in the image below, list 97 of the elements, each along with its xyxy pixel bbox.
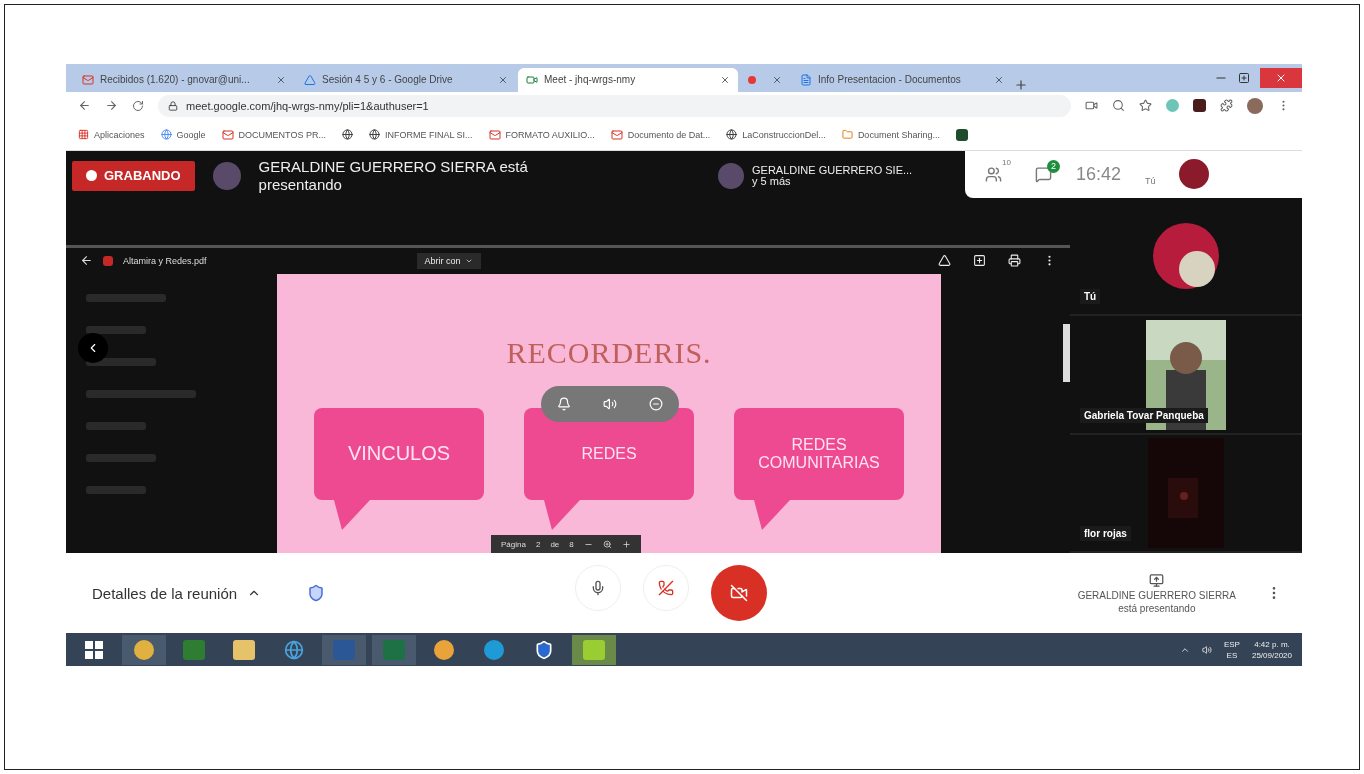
self-label: Tú (1144, 176, 1156, 187)
self-avatar[interactable] (1179, 159, 1210, 190)
scrollbar-thumb[interactable] (1063, 323, 1070, 382)
record-dot-icon (748, 75, 756, 84)
close-icon[interactable] (720, 74, 730, 85)
browser-tab[interactable]: Sesión 4 5 y 6 - Google Drive (296, 67, 516, 92)
add-icon[interactable] (973, 254, 986, 268)
others-count: y 5 más (752, 175, 791, 187)
camera-off-icon (730, 584, 749, 603)
close-icon[interactable] (498, 74, 508, 85)
document-icon (800, 73, 812, 86)
presenter-text: GERALDINE GUERRERO SIERRA está presentando (258, 157, 529, 194)
search-icon[interactable] (1112, 99, 1125, 113)
slide-title: RECORDERIS. (506, 335, 712, 370)
clock-time: 16:42 (1075, 163, 1121, 185)
presenter-avatar (718, 162, 744, 189)
new-tab-icon[interactable] (1014, 77, 1028, 92)
minus-icon[interactable] (649, 396, 663, 411)
presenter-name: GERALDINE GUERRERO SIERRA (1077, 589, 1236, 601)
volume-icon[interactable] (1201, 644, 1212, 655)
globe-icon (368, 129, 380, 141)
bookmark[interactable]: Google (160, 129, 206, 141)
square-icon (955, 128, 968, 141)
bookmark[interactable]: FORMATO AUXILIO... (488, 128, 595, 141)
close-icon[interactable] (772, 74, 782, 85)
presenter-name: GERALDINE GUERRERO SIE... (752, 164, 913, 176)
page-number: 2 (535, 539, 541, 549)
keyboard-code[interactable]: ES (1226, 649, 1238, 661)
mail-icon (221, 128, 234, 141)
dimmed-sidebar-item (86, 421, 146, 430)
bookmark[interactable]: Document Sharing... (841, 129, 940, 141)
clock-date[interactable]: 25/09/2020 (1251, 649, 1292, 661)
folder-icon (841, 129, 853, 141)
mail-icon (610, 128, 623, 141)
speaker-icon[interactable] (603, 396, 617, 411)
triangle-icon (304, 73, 316, 86)
mail-icon (82, 73, 94, 86)
globe-icon[interactable] (341, 129, 353, 141)
video-icon (526, 73, 538, 86)
participant-name: Tú (1080, 289, 1101, 305)
avatar-icon (1151, 221, 1221, 292)
star-icon[interactable] (1139, 99, 1152, 113)
zoom-icon[interactable] (602, 539, 612, 549)
reload-icon[interactable] (132, 99, 144, 112)
presenting-status: está presentando (1118, 602, 1196, 614)
browser-tab[interactable]: Meet - jhq-wrgs-nmy (518, 67, 738, 92)
phone-icon (658, 580, 675, 597)
close-icon[interactable] (994, 74, 1004, 85)
bookmark[interactable]: LaConstruccionDel... (726, 129, 826, 141)
presenter-avatar (212, 161, 241, 190)
people-count: 10 (1002, 157, 1011, 169)
pdf-icon (103, 255, 113, 266)
people-icon[interactable] (985, 165, 1002, 183)
browser-icon[interactable] (122, 634, 166, 665)
participant-name: flor rojas (1080, 526, 1131, 542)
app-icon[interactable] (572, 634, 616, 665)
extension-icon[interactable] (1193, 99, 1206, 113)
restore-icon[interactable] (1238, 71, 1250, 84)
shield-icon[interactable] (307, 584, 326, 603)
puzzle-icon[interactable] (1220, 99, 1233, 113)
meeting-details-button[interactable]: Detalles de la reunión (92, 584, 262, 602)
drive-icon[interactable] (938, 254, 951, 268)
url-text: meet.google.com/jhq-wrgs-nmy/pli=1&authuser=1 (186, 99, 429, 112)
bookmark[interactable]: Aplicaciones (78, 129, 145, 141)
bookmark[interactable]: INFORME FINAL SI... (368, 129, 473, 141)
grid-icon (78, 129, 89, 141)
profile-avatar[interactable] (1247, 97, 1263, 114)
globe-icon (726, 129, 738, 141)
bookmark[interactable]: DOCUMENTOS PR... (221, 128, 326, 141)
clock-time[interactable]: 4:42 p. m. (1254, 638, 1290, 650)
browser-tab[interactable]: Info Presentacion - Documentos (792, 67, 1012, 92)
language-code[interactable]: ESP (1223, 638, 1240, 650)
back-icon[interactable] (80, 254, 93, 268)
print-icon[interactable] (1008, 254, 1021, 268)
forward-icon[interactable] (105, 99, 118, 113)
browser-tab[interactable]: Recibidos (1.620) - gnovar@uni... (74, 67, 294, 92)
page-of: de (550, 539, 560, 549)
chat-badge: 2 (1046, 159, 1060, 173)
lock-icon (168, 100, 178, 111)
participant-name: Gabriela Tovar Panqueba (1080, 407, 1208, 423)
zoom-in-icon[interactable] (621, 539, 631, 549)
chat-icon[interactable] (1034, 165, 1052, 183)
dimmed-sidebar-item (86, 453, 156, 462)
address-bar[interactable]: meet.google.com/jhq-wrgs-nmy/pli=1&authuser=1 (158, 94, 1071, 117)
close-icon[interactable] (276, 74, 286, 85)
bookmark[interactable]: Documento de Dat... (610, 128, 711, 141)
dimmed-sidebar-item (86, 325, 146, 334)
file-name: Altamira y Redes.pdf (123, 255, 207, 266)
dimmed-sidebar-item (86, 485, 146, 494)
recording-badge: GRABANDO (72, 160, 195, 191)
open-with-button[interactable]: Abrir con (416, 252, 481, 269)
mail-icon (488, 128, 501, 141)
bell-icon[interactable] (557, 396, 571, 411)
presenting-icon (1149, 572, 1165, 588)
page-total: 8 (569, 539, 574, 549)
page-label: Página (501, 539, 526, 549)
close-window-button[interactable] (1260, 67, 1302, 88)
